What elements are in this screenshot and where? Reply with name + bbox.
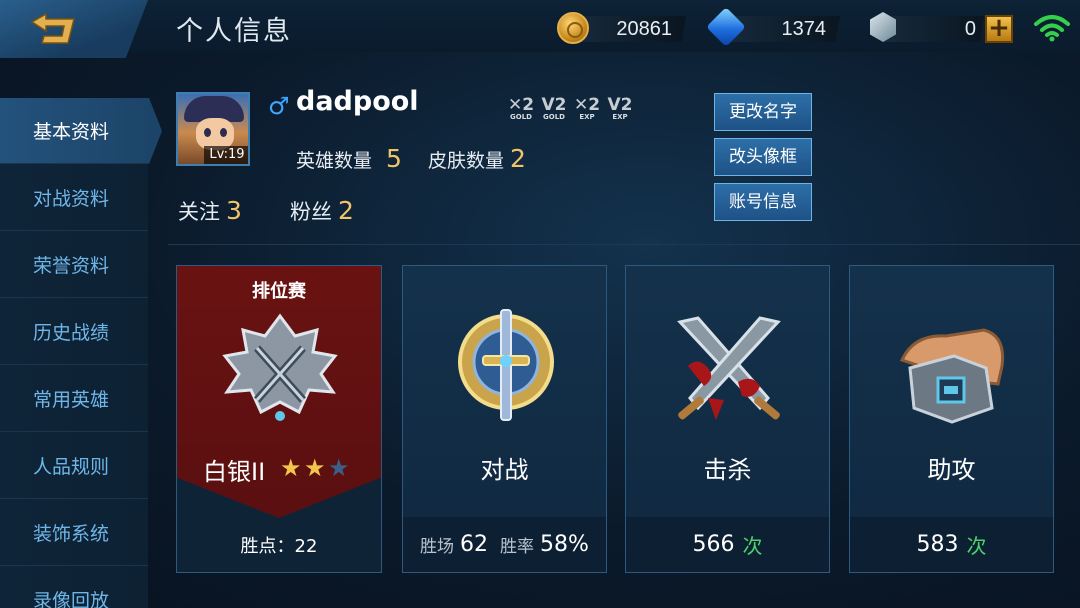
divider	[168, 244, 1080, 245]
fans-label: 粉丝	[290, 200, 332, 224]
sword-shield-emblem-icon	[458, 309, 554, 421]
gold-double-card-icon[interactable]: ✕2 GOLD	[506, 95, 536, 123]
avatar-eye-right	[220, 128, 227, 137]
sidebar-item-decoration[interactable]: 装饰系统	[0, 500, 148, 566]
exp-vip-card-icon[interactable]: V2 EXP	[605, 95, 635, 123]
hero-count-value: 5	[386, 144, 402, 173]
diamond-value: 1374	[781, 18, 827, 40]
follow-value: 3	[226, 196, 242, 225]
assists-value: 583	[916, 532, 959, 557]
battle-label: 对战	[480, 456, 529, 484]
assists-card[interactable]: 助攻 583 次	[849, 265, 1054, 573]
skin-count-label: 皮肤数量	[428, 150, 505, 172]
follow-label: 关注	[178, 200, 220, 224]
sidebar-item-replay[interactable]: 录像回放	[0, 567, 148, 608]
gold-value: 20861	[616, 18, 672, 40]
rank-points-value: 22	[294, 536, 318, 557]
rank-points-label: 胜点：	[240, 536, 295, 557]
wins-value: 62	[460, 532, 489, 557]
assists-stats: 583 次	[850, 517, 1053, 572]
boost-type: GOLD	[543, 113, 565, 121]
add-currency-button[interactable]: +	[985, 15, 1013, 43]
boost-value: ✕2	[507, 95, 535, 115]
back-arrow-icon	[30, 12, 75, 44]
rank-points: 胜点：22	[177, 532, 381, 558]
page-title: 个人信息	[176, 16, 292, 47]
win-rate-value: 58%	[540, 532, 589, 557]
rename-button[interactable]: 更改名字	[714, 93, 812, 131]
avatar-eye-left	[204, 128, 211, 137]
silver-rank-emblem-icon	[222, 313, 338, 421]
voucher-value: 0	[964, 18, 976, 40]
gold-vip-card-icon[interactable]: V2 GOLD	[539, 95, 569, 123]
sidebar-item-basic-info[interactable]: 基本资料	[0, 98, 162, 164]
wins-label: 胜场	[420, 537, 455, 557]
handshake-icon	[899, 328, 1005, 424]
kills-stats: 566 次	[626, 517, 829, 572]
boost-value: V2	[607, 95, 633, 115]
crossed-swords-icon	[677, 316, 781, 420]
rank-card[interactable]: 排位赛 白银II ★ ★ ★ 胜点：22	[176, 265, 382, 573]
rank-name: 白银II	[203, 458, 266, 486]
back-button[interactable]	[0, 0, 148, 58]
rank-title: 排位赛	[252, 281, 306, 302]
boost-type: EXP	[579, 113, 595, 121]
sidebar-item-history[interactable]: 历史战绩	[0, 299, 148, 365]
hero-count-label: 英雄数量	[296, 150, 373, 172]
follow-count[interactable]: 关注 3	[178, 196, 242, 226]
skin-count: 皮肤数量 2	[428, 144, 526, 173]
boost-type: GOLD	[510, 113, 532, 121]
boost-value: ✕2	[573, 95, 601, 115]
kills-value: 566	[692, 532, 735, 557]
level-badge: Lv:19	[204, 146, 248, 164]
assists-unit: 次	[966, 534, 987, 558]
assists-label: 助攻	[927, 456, 976, 484]
battle-stats: 胜场 62 胜率 58%	[403, 517, 606, 572]
exp-double-card-icon[interactable]: ✕2 EXP	[572, 95, 602, 123]
sidebar-item-battle-data[interactable]: 对战资料	[0, 165, 148, 231]
fans-count[interactable]: 粉丝 2	[290, 196, 354, 226]
wifi-icon	[1034, 15, 1070, 42]
kills-card[interactable]: 击杀 566 次	[625, 265, 830, 573]
boost-type: EXP	[612, 113, 628, 121]
battle-card[interactable]: 对战 胜场 62 胜率 58%	[402, 265, 607, 573]
voucher-counter: 0	[884, 16, 984, 42]
fans-value: 2	[338, 196, 354, 225]
change-frame-button[interactable]: 改头像框	[714, 138, 812, 176]
boost-value: V2	[541, 95, 567, 115]
gold-coin-icon	[557, 12, 589, 44]
gold-counter: 20861	[572, 16, 686, 42]
skin-count-value: 2	[510, 144, 526, 173]
star-empty-icon: ★	[328, 454, 350, 482]
win-rate-label: 胜率	[500, 537, 535, 557]
sidebar-item-honor-data[interactable]: 荣誉资料	[0, 232, 148, 298]
avatar[interactable]: Lv:19	[176, 92, 250, 166]
username: dadpool	[296, 86, 419, 117]
hero-count: 英雄数量 5	[296, 144, 402, 173]
star-filled-icon: ★	[280, 454, 302, 482]
male-icon: ♂	[268, 92, 290, 120]
star-filled-icon: ★	[304, 454, 326, 482]
kills-label: 击杀	[703, 456, 752, 484]
sidebar-item-credit-rules[interactable]: 人品规则	[0, 433, 148, 499]
kills-unit: 次	[742, 534, 763, 558]
account-info-button[interactable]: 账号信息	[714, 183, 812, 221]
sidebar-item-common-heroes[interactable]: 常用英雄	[0, 366, 148, 432]
